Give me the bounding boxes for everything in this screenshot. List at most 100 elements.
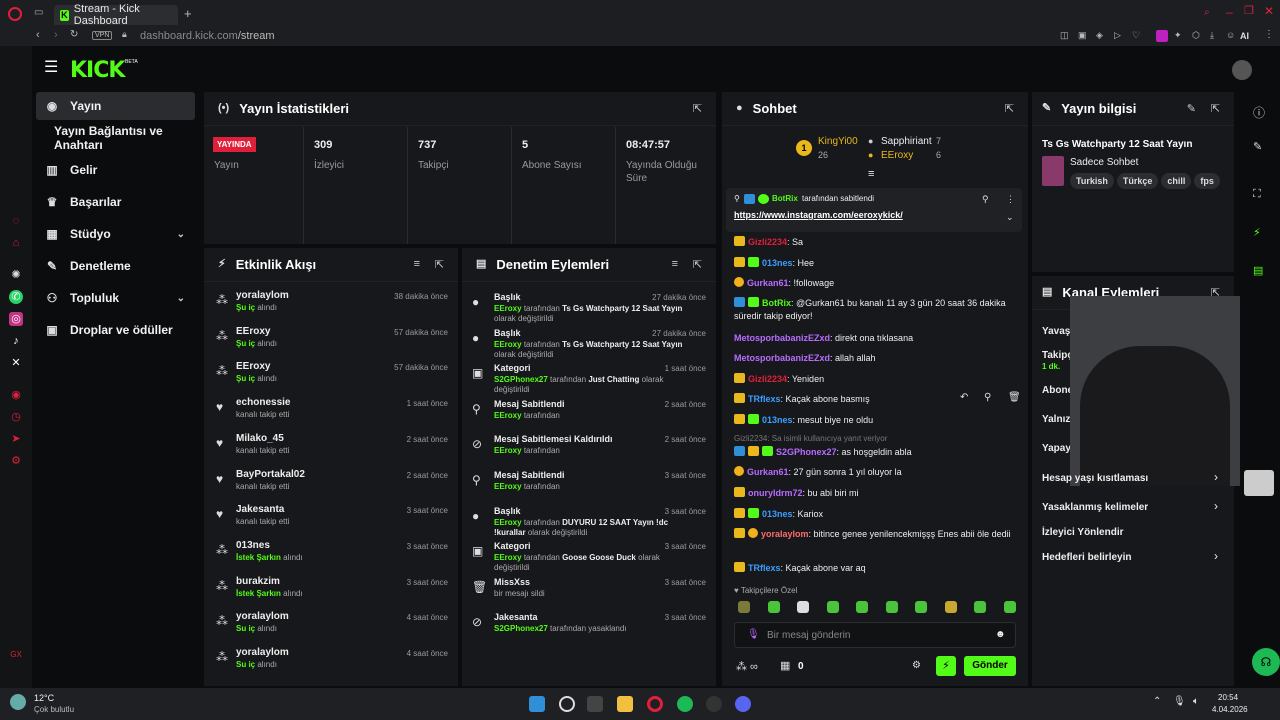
popout-icon[interactable]: ⇱ [693, 258, 702, 271]
emote-icon[interactable] [974, 601, 986, 613]
list-item[interactable]: 🗑︎ MissXss bir mesajı sildi 3 saat önce [462, 573, 716, 608]
list-item[interactable]: ♥ BayPortakal02 kanalı takip etti 2 saat ö… [204, 465, 458, 500]
user-icon[interactable]: ☺ [1226, 31, 1235, 40]
maximize-icon[interactable]: ❐ [1244, 6, 1254, 17]
mod-user[interactable]: S2GPhonex27 [494, 624, 548, 633]
emote-icon[interactable] [767, 601, 780, 613]
chat-message[interactable]: onuryldrm72: bu abi biri mi [734, 487, 1014, 500]
emote-icon[interactable] [797, 601, 809, 613]
search-icon[interactable] [559, 696, 575, 712]
popout-icon[interactable]: ⇱ [435, 258, 444, 271]
download-icon[interactable]: ⤓ [1210, 31, 1214, 40]
tag[interactable]: fps [1194, 173, 1220, 189]
tiktok-icon[interactable]: ♪ [9, 334, 23, 348]
mod-user[interactable]: EEroxy [494, 518, 522, 527]
mic-icon[interactable]: 🎙︎ [1173, 696, 1186, 707]
chat-message[interactable]: Gizli2234: Yeniden [734, 373, 1014, 386]
category-name[interactable]: Sadece Sohbet [1070, 157, 1138, 168]
chat-username[interactable]: Gizli2234 [748, 237, 787, 247]
list-item[interactable]: ⁂ yoralaylom Şu iç alındı 38 dakika önce [204, 286, 458, 321]
camera-icon[interactable]: ◫ [1060, 31, 1069, 40]
filter-icon[interactable]: ≡ [672, 258, 678, 270]
activity-user[interactable]: Milako_45 [236, 433, 284, 444]
info-icon[interactable]: ⓘ [1253, 104, 1265, 121]
activity-user[interactable]: EEroxy [236, 361, 270, 372]
send-button[interactable]: Gönder [964, 656, 1016, 676]
instagram-icon[interactable]: ◎ [9, 312, 23, 326]
chat-username[interactable]: Gurkan61 [747, 278, 789, 288]
nav-stream-key[interactable]: Yayın Bağlantısı ve Anahtarı [54, 124, 204, 152]
chat-username[interactable]: TRflexs [748, 394, 781, 404]
tab-menu-icon[interactable]: ▭ [34, 8, 43, 18]
nav-achievements[interactable]: ♛ Başarılar [36, 188, 195, 216]
list-item[interactable]: ♥ Jakesanta kanalı takip etti 3 saat önce [204, 500, 458, 535]
close-icon[interactable]: ✕ [1264, 5, 1274, 17]
x-icon[interactable]: ✕ [9, 356, 23, 370]
chat-message[interactable]: MetosporbabanizEZxd: allah allah [734, 352, 1014, 365]
popout-icon[interactable]: ⇱ [693, 102, 702, 115]
filter-icon[interactable]: ≡ [414, 258, 420, 270]
mod-user[interactable]: S2GPhonex27 [494, 375, 548, 384]
aria-icon[interactable]: ◌ [9, 214, 23, 228]
volume-icon[interactable]: 🔈︎ [1193, 696, 1199, 707]
forward-icon[interactable]: › [54, 30, 58, 41]
mod-user[interactable]: EEroxy [494, 553, 522, 562]
chat-message[interactable]: Gurkan61: !followage [734, 277, 1014, 290]
list-item[interactable]: ● Başlık EEroxy tarafından Ts Gs Watchpart… [462, 288, 716, 323]
obs-icon[interactable] [706, 696, 722, 712]
list-item[interactable]: ▣ Kategori S2GPhonex27 tarafından Just Cha… [462, 359, 716, 394]
minimize-icon[interactable]: – [1226, 6, 1233, 18]
goals-row[interactable]: Hedefleri belirleyin [1042, 552, 1131, 563]
list-item[interactable]: ⊘ Mesaj Sabitlemesi Kaldırıldı EEroxy tara… [462, 430, 716, 465]
chat-username[interactable]: Gizli2234 [748, 374, 787, 384]
support-icon[interactable]: ☊ [1252, 648, 1280, 676]
list-item[interactable]: ⁂ yoralaylom Su iç alındı 4 saat önce [204, 607, 458, 642]
list-item[interactable]: ⚲ Mesaj Sabitlendi EEroxy tarafından 2 saat… [462, 395, 716, 430]
activity-user[interactable]: EEroxy [236, 326, 270, 337]
chat-message[interactable]: MetosporbabanizEZxd: direkt ona tıklasan… [734, 332, 1014, 345]
list-item[interactable]: ▣ Kategori EEroxy tarafından Goose Goose D… [462, 537, 716, 572]
activity-user[interactable]: burakzim [236, 576, 280, 587]
tag[interactable]: Türkçe [1116, 173, 1159, 189]
collapse-icon[interactable]: ≡ [868, 168, 874, 180]
nav-revenue[interactable]: ▥ Gelir [36, 156, 195, 184]
emote-icon[interactable] [885, 601, 898, 613]
puzzle-icon[interactable]: ✦ [1174, 31, 1182, 40]
chat-input[interactable]: 🎙︎ Bir mesaj gönderin ☻ [734, 622, 1016, 648]
discord-icon[interactable] [735, 696, 751, 712]
list-item[interactable]: ⚲ Mesaj Sabitlendi EEroxy tarafından 3 saat… [462, 466, 716, 501]
unpin-icon[interactable]: ⚲ [982, 194, 989, 205]
vpn-badge[interactable]: VPN [92, 31, 113, 40]
expand-icon[interactable]: ⛶ [1253, 188, 1261, 201]
spotify-icon[interactable] [677, 696, 693, 712]
chat-username[interactable]: S2GPhonex27 [776, 447, 837, 457]
snapshot-icon[interactable]: ▣ [1078, 31, 1087, 40]
windows-start-icon[interactable] [529, 696, 545, 712]
nav-moderation[interactable]: ✎ Denetleme [36, 252, 195, 280]
leader-name[interactable]: EEroxy [881, 150, 913, 161]
crypto-icon[interactable]: ⌂ [9, 236, 23, 250]
nav-community[interactable]: ⚇ Topluluk ⌄ [36, 284, 195, 312]
cube-icon[interactable]: ⬡ [1192, 31, 1200, 40]
chat-message[interactable]: S2GPhonex27: as hoşgeldin abla [734, 446, 1014, 459]
player-icon[interactable]: ◉ [9, 388, 23, 402]
chat-message[interactable]: TRflexs: Kaçak abone var aq [734, 562, 1014, 575]
activity-user[interactable]: Jakesanta [236, 504, 284, 515]
extension-icon[interactable]: ⚡︎ [936, 656, 956, 676]
mod-user[interactable]: EEroxy [494, 304, 522, 313]
chat-message[interactable]: 013nes: Kariox [734, 508, 1014, 521]
chat-username[interactable]: yoralaylom [761, 529, 809, 539]
new-tab-icon[interactable]: + [184, 7, 192, 20]
tray-chevron-icon[interactable]: ⌃ [1153, 696, 1161, 707]
emote-icon[interactable] [738, 601, 750, 613]
emote-icon[interactable] [915, 601, 927, 613]
document-icon[interactable]: ▤ [1253, 264, 1263, 277]
nav-drops[interactable]: ▣ Droplar ve ödüller [36, 316, 195, 344]
edit-icon[interactable]: ✎ [1187, 102, 1196, 115]
nav-stream[interactable]: ◉ Yayın [36, 92, 195, 120]
ai-button[interactable]: AI [1240, 31, 1249, 41]
list-item[interactable]: ⊘ Jakesanta S2GPhonex27 tarafından yasakla… [462, 608, 716, 643]
list-item[interactable]: ⁂ EEroxy Şu iç alındı 57 dakika önce [204, 322, 458, 357]
list-item[interactable]: ● Başlık EEroxy tarafından DUYURU 12 SAAT … [462, 502, 716, 537]
microphone-icon[interactable]: 🎙︎ [747, 629, 760, 640]
